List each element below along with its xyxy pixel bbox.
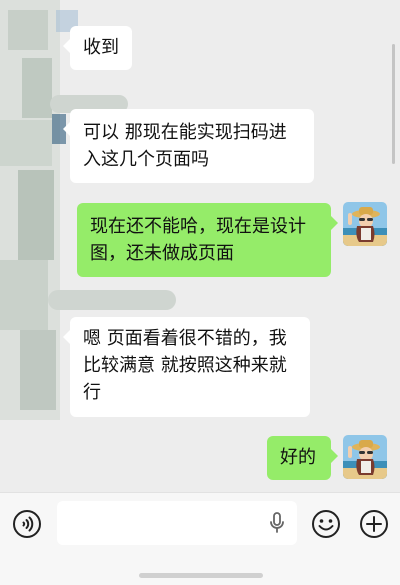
message-text-line: 图，还未做成页面 <box>90 243 234 264</box>
message-bubble[interactable]: 嗯 页面看着很不错的，我 比较满意 就按照这种来就 行 <box>70 317 310 417</box>
message-bubble[interactable]: 收到 <box>70 26 132 70</box>
voice-icon[interactable] <box>12 509 42 539</box>
scrollbar[interactable] <box>392 44 395 164</box>
avatar[interactable] <box>343 202 387 246</box>
home-indicator[interactable] <box>139 573 263 578</box>
message-text: 收到 <box>83 37 119 58</box>
bubble-tail <box>331 449 338 463</box>
message-bubble[interactable]: 现在还不能哈，现在是设计 图，还未做成页面 <box>77 203 331 277</box>
bubble-tail <box>63 122 70 136</box>
input-bar <box>0 492 400 585</box>
message-input[interactable] <box>57 501 297 545</box>
emoji-icon[interactable] <box>311 509 341 539</box>
microphone-icon[interactable] <box>269 512 285 538</box>
message-text-line: 入这几个页面吗 <box>83 149 209 170</box>
plus-icon[interactable] <box>359 509 389 539</box>
bubble-tail <box>331 216 338 230</box>
chat-area: 收到 可以 那现在能实现扫码进 入这几个页面吗 现在还不能哈，现在是设计 图，还… <box>0 0 400 492</box>
message-text-line: 可以 那现在能实现扫码进 <box>83 122 287 143</box>
avatar[interactable] <box>343 435 387 479</box>
message-text-line: 比较满意 就按照这种来就 <box>83 355 287 376</box>
message-bubble[interactable]: 可以 那现在能实现扫码进 入这几个页面吗 <box>70 109 314 183</box>
bubble-tail <box>63 39 70 53</box>
message-text-line: 现在还不能哈，现在是设计 <box>90 216 306 237</box>
message-bubble[interactable]: 好的 <box>267 436 331 480</box>
message-text-line: 行 <box>83 382 101 403</box>
bubble-tail <box>63 330 70 344</box>
message-text-line: 嗯 页面看着很不错的，我 <box>83 328 287 349</box>
message-text: 好的 <box>280 447 316 468</box>
